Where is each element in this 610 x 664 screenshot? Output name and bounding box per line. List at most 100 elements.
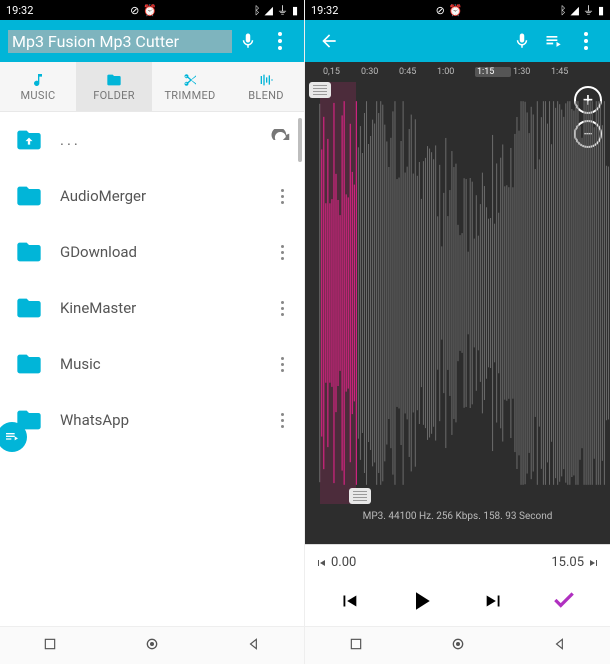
ruler-tick: 1:45 [551,67,587,77]
waveform-canvas[interactable] [305,82,610,504]
selection-end-handle[interactable] [349,488,371,504]
mic-icon [239,32,257,50]
skip-previous-icon [338,590,360,612]
status-icons-left: ⊘ ⏰ [130,4,157,17]
playback-controls [305,580,610,626]
ruler-tick: 0:30 [361,67,397,77]
end-time-value: 15.05 [551,555,584,570]
do-not-disturb-icon: ⊘ [130,4,139,17]
alarm-icon: ⏰ [143,4,157,17]
ruler-tick: 0:45 [399,67,435,77]
folder-icon [12,350,46,378]
nav-home-button[interactable] [450,636,466,656]
square-icon [43,637,57,651]
row-more-button[interactable] [272,301,292,316]
selection-region[interactable] [320,82,356,504]
row-more-button[interactable] [272,357,292,372]
do-not-disturb-icon: ⊘ [436,4,445,17]
seek-end-icon [588,557,600,569]
folder-row[interactable]: GDownload [0,224,304,280]
row-more-button[interactable] [272,413,292,428]
audio-info: MP3. 44100 Hz. 256 Kbps. 158. 93 Second [305,511,610,522]
nav-home-button[interactable] [144,636,160,656]
play-button[interactable] [406,586,436,620]
nav-recent-button[interactable] [43,636,57,655]
scissors-icon [182,72,198,88]
status-icons-right: ᛒ ◢ ⏚ ▮ [254,2,298,18]
playlist-icon [544,31,564,51]
mic-button[interactable] [232,25,264,57]
back-button[interactable] [313,25,345,57]
app-title: Mp3 Fusion Mp3 Cutter [8,30,232,53]
tab-folder-label: FOLDER [93,89,135,102]
arrow-back-icon [319,31,339,51]
row-more-button[interactable] [272,245,292,260]
folder-up-icon [12,126,46,154]
mic-button[interactable] [506,25,538,57]
tab-music[interactable]: MUSIC [0,62,76,111]
ruler-tick: 1:00 [437,67,473,77]
square-icon [349,637,363,651]
waveform-editor[interactable]: 0,15 0:30 0:45 1:00 1:15 1:30 1:45 + − [305,62,610,544]
folder-icon [12,182,46,210]
battery-icon: ▮ [292,4,298,17]
equalizer-icon [258,72,274,88]
triangle-back-icon [553,637,567,651]
ruler-tick-selected: 1:15 [475,67,511,77]
nav-recent-button[interactable] [349,636,363,655]
scrollbar[interactable] [298,118,302,162]
playlist-icon [4,429,20,445]
ruler-tick: 1:30 [513,67,549,77]
tab-blend-label: BLEND [248,89,284,102]
triangle-back-icon [247,637,261,651]
overflow-menu-button[interactable] [570,25,602,57]
status-time: 19:32 [6,4,33,17]
status-icons-left: ⊘ ⏰ [436,4,463,17]
tab-trimmed-label: TRIMMED [164,89,215,102]
folder-row[interactable]: AudioMerger [0,168,304,224]
start-time-value: 0.00 [331,555,356,570]
wifi-icon: ⏚ [277,2,288,18]
folder-row[interactable]: WhatsApp [0,392,304,448]
nav-back-button[interactable] [553,636,567,655]
refresh-button[interactable] [270,129,292,151]
check-icon [551,587,577,613]
folder-name: KineMaster [60,299,272,317]
folder-name: Music [60,355,272,373]
bluetooth-icon: ᛒ [254,4,261,17]
nav-bar-right [305,626,610,664]
previous-button[interactable] [338,590,360,616]
end-time-control[interactable]: 15.05 [551,555,600,570]
folder-name: GDownload [60,243,272,261]
tab-music-label: MUSIC [21,89,56,102]
nav-back-button[interactable] [247,636,261,655]
alarm-icon: ⏰ [449,4,463,17]
more-vert-icon [278,32,282,50]
overflow-menu-button[interactable] [264,25,296,57]
playlist-button[interactable] [538,25,570,57]
confirm-button[interactable] [551,587,577,619]
time-ruler: 0,15 0:30 0:45 1:00 1:15 1:30 1:45 [305,62,610,82]
tab-trimmed[interactable]: TRIMMED [152,62,228,111]
mic-icon [513,32,531,50]
parent-folder-row[interactable]: ... [0,112,304,168]
folder-name: AudioMerger [60,187,272,205]
tab-folder[interactable]: FOLDER [76,62,152,111]
next-button[interactable] [483,590,505,616]
category-tabs: MUSIC FOLDER TRIMMED BLEND [0,62,304,112]
tab-blend[interactable]: BLEND [228,62,304,111]
folder-icon [105,72,123,88]
folder-icon [12,294,46,322]
folder-row[interactable]: Music [0,336,304,392]
status-bar-left: 19:32 ⊘ ⏰ ᛒ ◢ ⏚ ▮ [0,0,304,20]
more-vert-icon [584,32,588,50]
start-time-control[interactable]: 0.00 [315,555,356,570]
folder-list[interactable]: ... AudioMerger GDownload KineMaster Mu [0,112,304,626]
folder-row[interactable]: KineMaster [0,280,304,336]
circle-icon [450,636,466,652]
left-action-bar: Mp3 Fusion Mp3 Cutter [0,20,304,62]
folder-name: WhatsApp [60,411,272,429]
row-more-button[interactable] [272,189,292,204]
selection-start-handle[interactable] [309,82,331,98]
status-time: 19:32 [311,4,338,17]
